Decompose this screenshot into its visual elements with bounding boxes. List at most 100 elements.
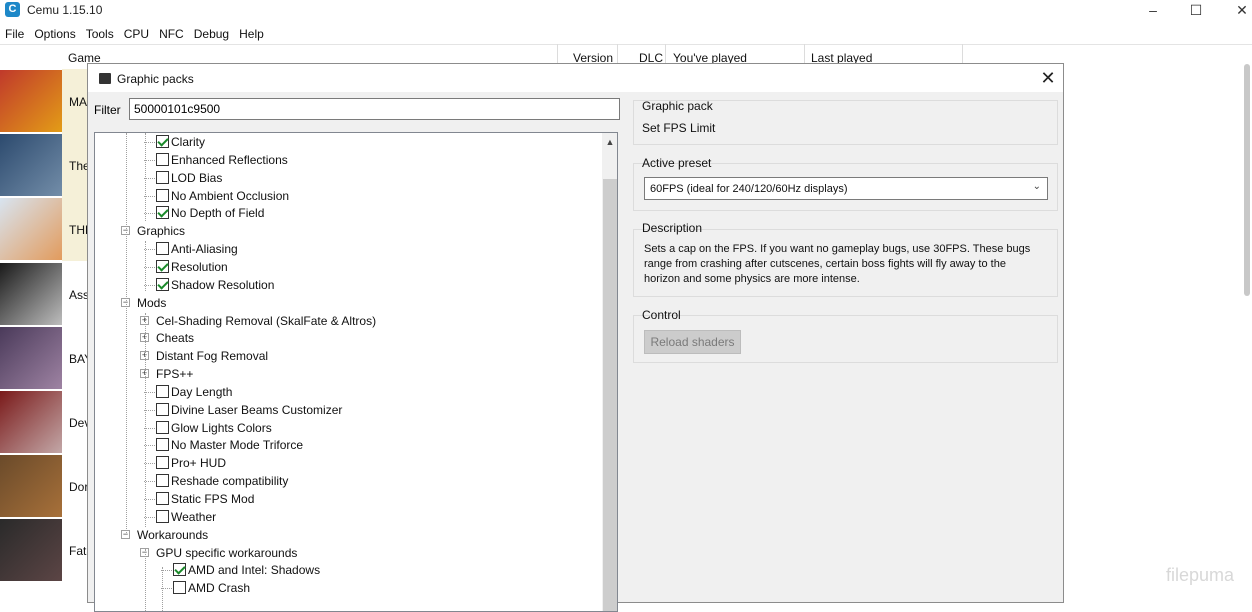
tree-node-label: Reshade compatibility xyxy=(171,474,289,489)
tree-node-label: Workarounds xyxy=(137,527,209,542)
tree-node-label: Anti-Aliasing xyxy=(171,242,238,257)
menu-help[interactable]: Help xyxy=(234,24,269,44)
checkbox[interactable] xyxy=(156,402,169,416)
game-thumbnail[interactable] xyxy=(0,326,62,389)
checkbox[interactable] xyxy=(156,188,169,202)
checkbox[interactable] xyxy=(156,206,169,220)
game-thumbnail[interactable] xyxy=(0,198,62,261)
checkbox[interactable] xyxy=(156,259,169,273)
tree-node[interactable]: − Workarounds xyxy=(95,526,600,544)
game-thumbnail[interactable] xyxy=(0,519,62,582)
tree-node[interactable]: AMD and Intel: Shadows xyxy=(95,561,600,579)
tree-node[interactable]: − GPU specific workarounds xyxy=(95,544,600,562)
graphic-packs-icon xyxy=(99,73,111,84)
tree-node[interactable]: Reshade compatibility xyxy=(95,472,600,490)
menu-nfc[interactable]: NFC xyxy=(154,24,189,44)
tree-node-label: Cheats xyxy=(156,331,195,346)
checkbox[interactable] xyxy=(156,242,169,256)
tree-node[interactable]: Pro+ HUD xyxy=(95,454,600,472)
chevron-down-icon: ⌄ xyxy=(1032,181,1041,192)
menu-debug[interactable]: Debug xyxy=(189,24,234,44)
tree-node[interactable]: Static FPS Mod xyxy=(95,490,600,508)
tree-node[interactable]: Resolution xyxy=(95,258,600,276)
checkbox[interactable] xyxy=(156,135,169,148)
graphic-packs-dialog: Graphic packs ✕ Filter Clarity Enhanced R… xyxy=(87,63,1064,612)
game-thumbnail[interactable] xyxy=(0,455,62,518)
checkbox[interactable] xyxy=(173,581,186,595)
checkbox[interactable] xyxy=(156,438,169,452)
tree-node-label: AMD Crash xyxy=(188,581,251,596)
tree-node-label: Clarity xyxy=(171,135,206,149)
tree-node[interactable]: + Cel-Shading Removal (SkalFate & Altros) xyxy=(95,312,600,330)
checkbox[interactable] xyxy=(156,474,169,488)
graphic-pack-title: Graphic pack xyxy=(642,99,713,113)
tree-node[interactable]: Anti-Aliasing xyxy=(95,240,600,258)
checkbox[interactable] xyxy=(156,420,169,434)
maximize-icon[interactable]: ☐ xyxy=(1173,0,1219,22)
game-list-scrollbar[interactable] xyxy=(1244,64,1250,296)
checkbox[interactable] xyxy=(156,384,169,398)
tree-node[interactable]: − Graphics xyxy=(95,222,600,240)
tree-node[interactable]: AMD Crash xyxy=(95,579,600,597)
game-title: MA xyxy=(69,95,87,109)
tree-node[interactable]: No Ambient Occlusion xyxy=(95,187,600,205)
tree-node[interactable]: + Cheats xyxy=(95,329,600,347)
game-title: Ass xyxy=(69,287,90,302)
tree-node[interactable]: − Mods xyxy=(95,294,600,312)
column-separator xyxy=(962,44,963,64)
tree-node-label: Glow Lights Colors xyxy=(171,420,272,435)
tree-node-label: Divine Laser Beams Customizer xyxy=(171,402,343,417)
checkbox[interactable] xyxy=(156,509,169,523)
tree-node-label: AMD and Intel: Shadows xyxy=(188,563,321,578)
tree-node-label: Pro+ HUD xyxy=(171,456,227,471)
tree-node-label: FPS++ xyxy=(156,367,194,382)
dialog-title: Graphic packs xyxy=(117,72,194,86)
tree-node-label: LOD Bias xyxy=(171,170,223,185)
checkbox[interactable] xyxy=(156,492,169,505)
checkbox[interactable] xyxy=(173,563,186,577)
scroll-up-icon[interactable]: ▲ xyxy=(602,135,617,149)
window-title: Cemu 1.15.10 xyxy=(27,3,103,17)
tree-node[interactable]: Clarity xyxy=(95,133,600,151)
close-icon[interactable]: ✕ xyxy=(1219,0,1252,22)
scroll-thumb[interactable] xyxy=(603,179,617,611)
game-thumbnail[interactable] xyxy=(0,391,62,453)
preset-dropdown[interactable]: 60FPS (ideal for 240/120/60Hz displays) … xyxy=(644,177,1048,200)
game-title: Dor xyxy=(69,480,89,495)
minimize-icon[interactable]: – xyxy=(1130,0,1176,22)
game-thumbnail[interactable] xyxy=(0,134,62,197)
menu-cpu[interactable]: CPU xyxy=(119,24,154,44)
tree-node[interactable]: Glow Lights Colors xyxy=(95,419,600,437)
tree-node[interactable]: LOD Bias xyxy=(95,169,600,187)
menu-file[interactable]: File xyxy=(0,24,29,44)
tree-node[interactable]: Weather xyxy=(95,508,600,526)
tree-node[interactable]: + Distant Fog Removal xyxy=(95,347,600,365)
checkbox[interactable] xyxy=(156,456,169,470)
menu-tools[interactable]: Tools xyxy=(81,24,119,44)
tree-node[interactable]: + FPS++ xyxy=(95,365,600,383)
reload-shaders-button[interactable]: Reload shaders xyxy=(644,330,741,354)
graphic-packs-tree: Clarity Enhanced Reflections LOD Bias No Am… xyxy=(94,132,618,612)
tree-scrollbar[interactable]: ▲ xyxy=(602,133,617,611)
filter-input[interactable] xyxy=(129,98,620,120)
tree-node[interactable]: Divine Laser Beams Customizer xyxy=(95,401,600,419)
dialog-close-icon[interactable]: ✕ xyxy=(1038,68,1058,88)
game-thumbnail[interactable] xyxy=(0,262,62,325)
tree-node[interactable]: No Master Mode Triforce xyxy=(95,436,600,454)
menu-options[interactable]: Options xyxy=(29,24,80,44)
preset-value: 60FPS (ideal for 240/120/60Hz displays) xyxy=(650,183,848,195)
filter-label: Filter xyxy=(94,103,121,117)
tree-node[interactable]: Enhanced Reflections xyxy=(95,151,600,169)
game-thumbnail[interactable] xyxy=(0,70,62,132)
tree-node-label: GPU specific workarounds xyxy=(156,545,298,560)
checkbox[interactable] xyxy=(156,170,169,184)
tree-node[interactable]: Shadow Resolution xyxy=(95,276,600,294)
tree-node-label: Weather xyxy=(171,509,217,524)
tree-node[interactable]: No Depth of Field xyxy=(95,204,600,222)
tree-node[interactable]: Day Length xyxy=(95,383,600,401)
watermark: filepuma xyxy=(1166,565,1235,585)
tree-node-label: No Ambient Occlusion xyxy=(171,188,290,203)
tree-guide-line xyxy=(126,133,127,533)
checkbox[interactable] xyxy=(156,152,169,166)
checkbox[interactable] xyxy=(156,277,169,291)
